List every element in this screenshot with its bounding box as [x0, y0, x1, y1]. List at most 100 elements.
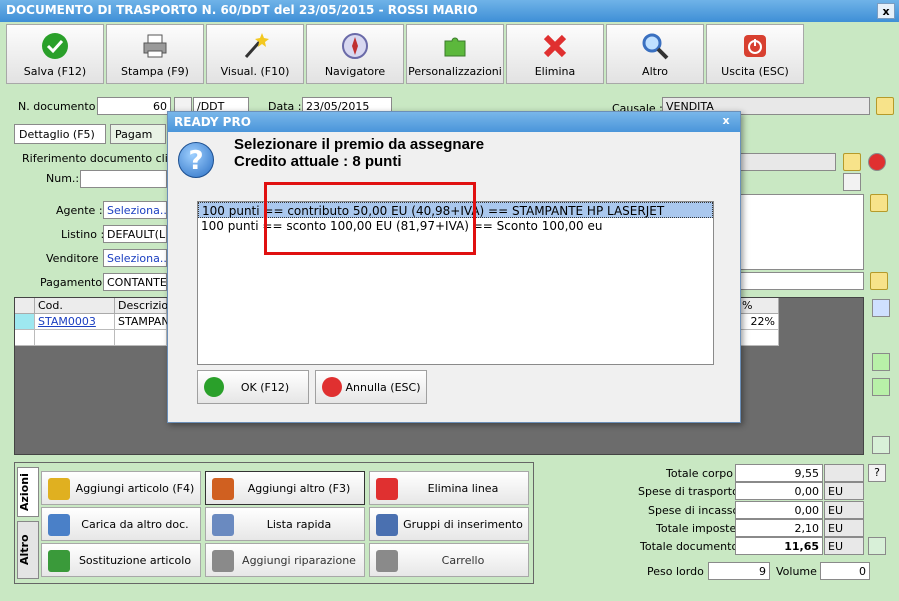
- grid-header-imp[interactable]: % imp.: [739, 298, 779, 325]
- delete-button[interactable]: Elimina: [506, 24, 604, 84]
- preview-label: Visual. (F10): [220, 65, 290, 78]
- delete-line-label: Elimina linea: [427, 482, 499, 495]
- grid-cell-descr[interactable]: STAMPANT: [115, 314, 176, 330]
- save-button[interactable]: Salva (F12): [6, 24, 104, 84]
- actions-panel: Azioni Altro Aggiungi articolo (F4) Aggi…: [14, 462, 534, 584]
- ok-label: OK (F12): [240, 381, 290, 394]
- navigator-button[interactable]: Navigatore: [306, 24, 404, 84]
- pagamento-label: Pagamento :: [40, 276, 110, 289]
- total-body-label: Totale corpo :: [666, 467, 741, 480]
- quick-list-button[interactable]: Lista rapida: [205, 507, 365, 541]
- printer-icon: [143, 34, 167, 58]
- groups-button[interactable]: Gruppi di inserimento: [369, 507, 529, 541]
- shipping-label: Spese di trasporto :: [638, 485, 747, 498]
- notes-field[interactable]: [740, 194, 864, 270]
- load-doc-label: Carica da altro doc.: [81, 518, 189, 531]
- other-button[interactable]: Altro: [606, 24, 704, 84]
- dialog-close-button[interactable]: x: [718, 114, 734, 128]
- refresh-icon[interactable]: [872, 436, 890, 454]
- cancel-icon: [322, 377, 342, 397]
- collection-field[interactable]: 0,00: [735, 501, 823, 519]
- delete-line-button[interactable]: Elimina linea: [369, 471, 529, 505]
- window-close-button[interactable]: x: [877, 3, 895, 19]
- ok-button[interactable]: OK (F12): [197, 370, 309, 404]
- taxes-label: Totale imposte :: [656, 522, 744, 535]
- grid-empty-cell: [739, 330, 779, 346]
- preview-button[interactable]: Visual. (F10): [206, 24, 304, 84]
- highlight-box: [264, 182, 476, 255]
- load-doc-icon: [48, 514, 70, 536]
- collection-label: Spese di incasso :: [648, 504, 747, 517]
- print-button[interactable]: Stampa (F9): [106, 24, 204, 84]
- grid-header-descr[interactable]: Descrizione: [115, 298, 182, 314]
- tab-pagamenti-label: Pagam: [115, 128, 153, 141]
- cart-button[interactable]: Carrello: [369, 543, 529, 577]
- add-other-button[interactable]: Aggiungi altro (F3): [205, 471, 365, 505]
- delete-x-icon: [543, 34, 567, 58]
- help-button[interactable]: ?: [868, 464, 886, 482]
- grid-cell-cod[interactable]: STAM0003: [35, 314, 115, 330]
- venditore-field[interactable]: Seleziona...: [103, 249, 167, 267]
- cancel-label: Annulla (ESC): [345, 381, 421, 394]
- add-repair-button[interactable]: Aggiungi riparazione: [205, 543, 365, 577]
- main-toolbar: Salva (F12) Stampa (F9) Visual. (F10) Na…: [6, 24, 894, 86]
- puzzle-icon: [444, 37, 466, 57]
- cart-icon: [376, 550, 398, 572]
- shipping-field[interactable]: 0,00: [735, 482, 823, 500]
- move-up-icon[interactable]: [872, 353, 890, 371]
- folder-icon-4[interactable]: [870, 272, 888, 290]
- pagamento-right-field[interactable]: [740, 272, 864, 290]
- groups-icon: [376, 514, 398, 536]
- doc-number-field[interactable]: 60: [97, 97, 171, 115]
- causale-folder-icon[interactable]: [876, 97, 894, 115]
- folder-icon-2[interactable]: [843, 153, 861, 171]
- person-search-icon[interactable]: [843, 173, 861, 191]
- doc-number-label: N. documento :: [18, 100, 103, 113]
- delete-line-icon: [376, 478, 398, 500]
- quick-list-label: Lista rapida: [266, 518, 332, 531]
- total-doc-currency: EU: [824, 537, 864, 555]
- agente-field[interactable]: Seleziona...: [103, 201, 167, 219]
- save-label: Salva (F12): [23, 65, 87, 78]
- listino-field[interactable]: DEFAULT(Lis: [103, 225, 167, 243]
- clear-icon[interactable]: [868, 153, 886, 171]
- dialog-message-line2: Credito attuale : 8 punti: [234, 153, 402, 170]
- folder-icon-3[interactable]: [870, 194, 888, 212]
- volume-field[interactable]: 0: [820, 562, 870, 580]
- venditore-label: Venditore :: [46, 252, 106, 265]
- grid-header-cod[interactable]: Cod.: [35, 298, 115, 314]
- power-icon: [744, 35, 766, 57]
- dialog-message-line1: Selezionare il premio da assegnare: [234, 136, 485, 153]
- print-label: Stampa (F9): [121, 65, 189, 78]
- exit-button[interactable]: Uscita (ESC): [706, 24, 804, 84]
- move-top-icon[interactable]: [872, 299, 890, 317]
- customize-button[interactable]: Personalizzazioni: [406, 24, 504, 84]
- quick-list-icon: [212, 514, 234, 536]
- side-tab-altro[interactable]: Altro: [17, 521, 39, 579]
- move-down-icon[interactable]: [872, 378, 890, 396]
- add-item-button[interactable]: Aggiungi articolo (F4): [41, 471, 201, 505]
- add-other-label: Aggiungi altro (F3): [247, 482, 351, 495]
- replace-item-button[interactable]: Sostituzione articolo: [41, 543, 201, 577]
- total-doc-label: Totale documento :: [640, 540, 746, 553]
- tab-dettaglio[interactable]: Dettaglio (F5): [14, 124, 106, 144]
- rif-num-field[interactable]: [80, 170, 167, 188]
- load-doc-button[interactable]: Carica da altro doc.: [41, 507, 201, 541]
- side-tab-azioni[interactable]: Azioni: [17, 467, 39, 517]
- grid-header-marker: [15, 298, 35, 314]
- magnifier-icon: [642, 33, 669, 60]
- agente-label: Agente :: [56, 204, 103, 217]
- check-icon: [42, 33, 68, 59]
- cancel-button[interactable]: Annulla (ESC): [315, 370, 427, 404]
- total-body-unit: [824, 464, 864, 482]
- grid-empty-cell: [115, 330, 167, 346]
- pagamento-field[interactable]: CONTANTE A: [103, 273, 167, 291]
- weight-field[interactable]: 9: [708, 562, 770, 580]
- grid-empty-cell: [15, 330, 35, 346]
- customize-label: Personalizzazioni: [408, 65, 502, 78]
- zoom-icon[interactable]: [868, 537, 886, 555]
- tab-pagamenti[interactable]: Pagam: [110, 124, 166, 144]
- grid-cell-imp[interactable]: 22%: [739, 314, 779, 330]
- right-field-1[interactable]: [740, 153, 836, 171]
- listino-label: Listino :: [61, 228, 105, 241]
